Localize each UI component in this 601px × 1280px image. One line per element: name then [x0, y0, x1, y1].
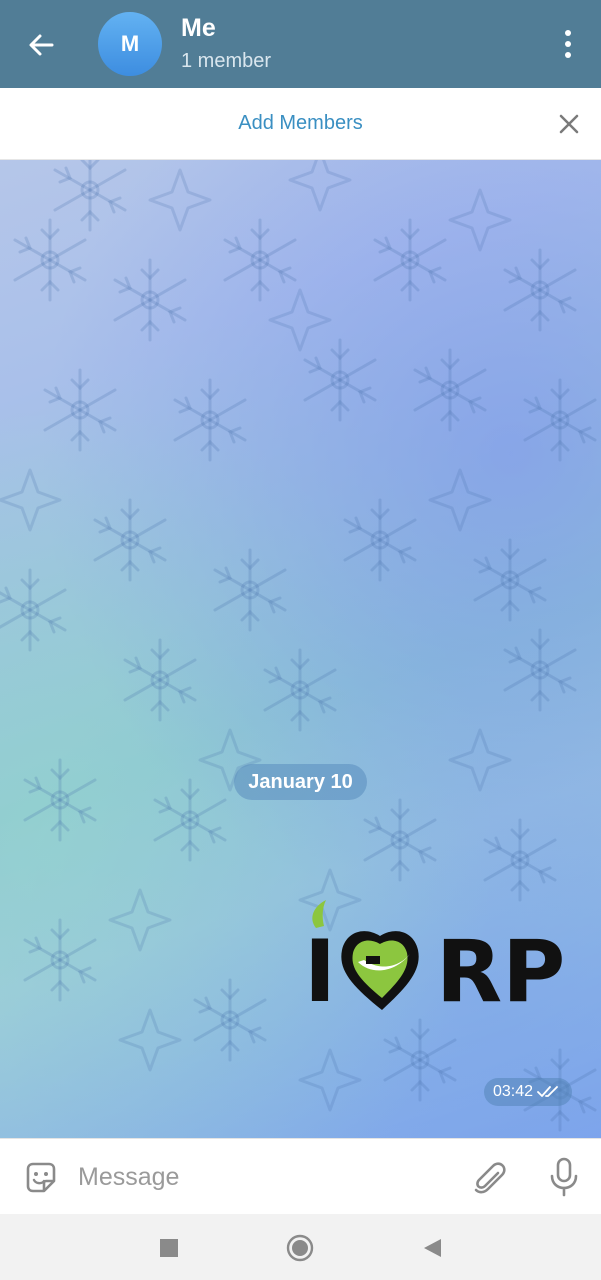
- message-input[interactable]: [78, 1157, 448, 1197]
- close-icon: [559, 114, 579, 134]
- message-time: 03:42: [492, 1083, 534, 1100]
- attach-button[interactable]: [470, 1157, 510, 1197]
- chat-title[interactable]: Me: [181, 14, 216, 43]
- avatar-letter: M: [120, 31, 140, 56]
- sticker-text-rp: RP: [436, 922, 565, 1016]
- double-check-icon: [537, 1086, 558, 1097]
- circle-icon: [286, 1234, 314, 1262]
- square-icon: [160, 1239, 178, 1257]
- microphone-icon: [550, 1157, 578, 1197]
- sticker-letter-i: I: [304, 922, 336, 1016]
- chat-area[interactable]: January 10 I RP 03:42: [0, 160, 601, 1138]
- arrow-left-icon: [29, 34, 54, 56]
- add-members-button[interactable]: Add Members: [0, 112, 601, 135]
- triangle-back-icon: [424, 1239, 441, 1257]
- date-separator: January 10: [234, 764, 367, 800]
- sticker-icon: [26, 1162, 56, 1193]
- paperclip-icon: [474, 1162, 506, 1194]
- more-vertical-icon: [565, 30, 571, 36]
- i-love-rp-sticker: I RP: [304, 900, 565, 1022]
- system-back-button[interactable]: [418, 1234, 446, 1262]
- sticker-message[interactable]: I RP: [300, 898, 565, 1022]
- member-count: 1 member: [181, 50, 272, 72]
- recents-button[interactable]: [155, 1234, 183, 1262]
- message-time-badge: 03:42: [484, 1078, 572, 1106]
- message-composer: [0, 1138, 601, 1214]
- voice-message-button[interactable]: [545, 1156, 583, 1198]
- home-button[interactable]: [286, 1234, 314, 1262]
- system-navigation-bar: [0, 1214, 601, 1280]
- add-members-bar: Add Members: [0, 88, 601, 160]
- chat-header: M Me 1 member: [0, 0, 601, 88]
- close-button[interactable]: [555, 110, 583, 138]
- avatar[interactable]: M: [98, 12, 162, 76]
- more-menu-button[interactable]: [553, 24, 583, 64]
- back-button[interactable]: [18, 22, 64, 68]
- sticker-button[interactable]: [22, 1159, 60, 1197]
